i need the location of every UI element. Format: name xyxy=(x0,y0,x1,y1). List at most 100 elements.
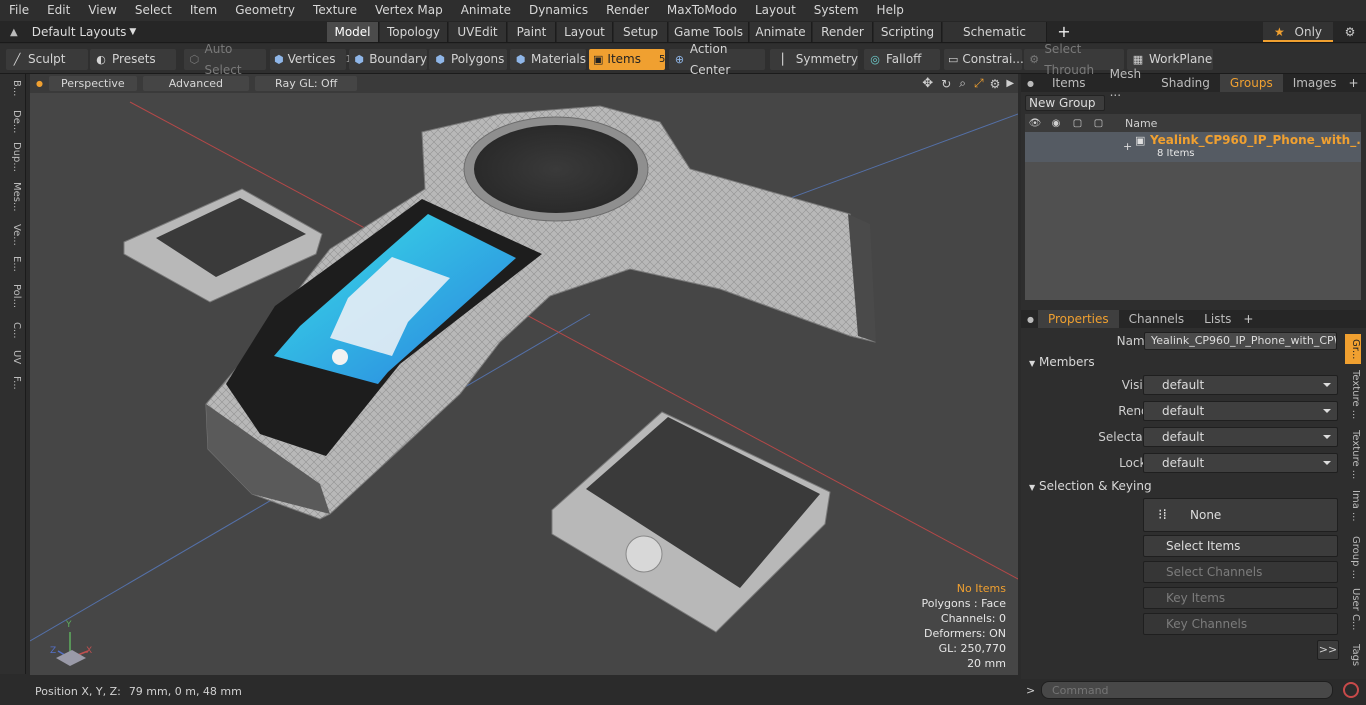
menu-texture[interactable]: Texture xyxy=(304,0,366,21)
raygl-button[interactable]: Ray GL: Off xyxy=(255,76,358,91)
menu-render[interactable]: Render xyxy=(597,0,658,21)
auto-select-button[interactable]: ⬡ Auto Select xyxy=(184,42,266,77)
falloff-button[interactable]: ◎ Falloff xyxy=(864,49,940,70)
menu-item[interactable]: Item xyxy=(181,0,226,21)
locked-dropdown[interactable]: default xyxy=(1143,453,1338,473)
selectable-dropdown[interactable]: default xyxy=(1143,427,1338,447)
none-button[interactable]: ⁝⁞ None xyxy=(1143,498,1338,532)
left-tab-polygon[interactable]: Pol... xyxy=(4,284,22,308)
menu-file[interactable]: File xyxy=(0,0,38,21)
layout-selector[interactable]: ▲ Default Layouts ▼ xyxy=(0,21,330,43)
more-button[interactable]: >> xyxy=(1317,640,1339,660)
action-center-button[interactable]: ⊕ Action Center xyxy=(669,42,765,77)
selection-keying-section[interactable]: ▼ Selection & Keying xyxy=(1029,479,1152,493)
fit-view-icon[interactable]: ⤢ xyxy=(974,76,984,91)
group-row-selected[interactable]: + ▣ Yealink_CP960_IP_Phone_with_... 8 It… xyxy=(1025,132,1361,162)
menu-animate[interactable]: Animate xyxy=(452,0,520,21)
polygons-button[interactable]: ⬢ Polygons xyxy=(429,49,507,70)
tab-schematic-fusion[interactable]: Schematic Fusion xyxy=(943,22,1047,59)
tab-shading[interactable]: Shading xyxy=(1151,74,1220,92)
zoom-view-icon[interactable]: ⌕ xyxy=(959,76,966,91)
tab-groups[interactable]: Groups xyxy=(1219,74,1283,92)
visible-dropdown[interactable]: default xyxy=(1143,375,1338,395)
side-tab-group[interactable]: Gr... xyxy=(1345,334,1361,364)
symmetry-button[interactable]: ▕ Symmetry xyxy=(770,49,858,70)
side-tab-tags[interactable]: Tags xyxy=(1345,644,1361,666)
tab-paint[interactable]: Paint xyxy=(508,22,556,42)
menu-vertex-map[interactable]: Vertex Map xyxy=(366,0,452,21)
group-expand-icon[interactable]: + xyxy=(1123,140,1132,153)
left-tab-uv[interactable]: UV xyxy=(4,350,22,364)
name-field[interactable]: Yealink_CP960_IP_Phone_with_CPW9 xyxy=(1144,332,1337,350)
left-tab-fusion[interactable]: F... xyxy=(4,376,22,390)
menu-edit[interactable]: Edit xyxy=(38,0,79,21)
left-tab-deform[interactable]: De... xyxy=(4,110,22,133)
eye-icon[interactable]: 👁 xyxy=(1025,118,1045,129)
tab-properties[interactable]: Properties xyxy=(1037,310,1119,328)
lock-box-icon[interactable]: ▢ xyxy=(1067,118,1088,129)
only-toggle[interactable]: ★ Only xyxy=(1263,22,1333,42)
prop-menu-dot-icon[interactable]: ● xyxy=(1027,315,1034,324)
left-tab-basic[interactable]: B... xyxy=(4,80,22,96)
viewport-menu-dot-icon[interactable]: ● xyxy=(36,79,43,88)
record-icon[interactable] xyxy=(1343,682,1359,698)
menu-geometry[interactable]: Geometry xyxy=(226,0,304,21)
menu-dynamics[interactable]: Dynamics xyxy=(520,0,597,21)
viewport-expand-icon[interactable]: ▶ xyxy=(1006,78,1014,89)
side-tab-image[interactable]: Ima ... xyxy=(1345,490,1361,522)
viewport-gear-icon[interactable]: ⚙ xyxy=(990,77,1001,91)
menu-layout[interactable]: Layout xyxy=(746,0,805,21)
tab-images[interactable]: Images xyxy=(1283,74,1347,92)
perspective-button[interactable]: Perspective xyxy=(48,76,137,91)
items-button[interactable]: ▣ Items 5 xyxy=(589,49,665,70)
3d-viewport[interactable]: Y X Z No Items Polygons : Face Channels:… xyxy=(30,74,1018,675)
select-channels-button[interactable]: Select Channels xyxy=(1143,561,1338,583)
tab-mesh[interactable]: Mesh ... xyxy=(1100,65,1152,101)
menu-help[interactable]: Help xyxy=(868,0,913,21)
tab-setup[interactable]: Setup xyxy=(614,22,668,42)
left-tab-curve[interactable]: C... xyxy=(4,322,22,339)
rotate-view-icon[interactable]: ↻ xyxy=(941,77,951,91)
tab-layout[interactable]: Layout xyxy=(557,22,613,42)
left-tab-mesh[interactable]: Mes... xyxy=(4,182,22,212)
render-dropdown[interactable]: default xyxy=(1143,401,1338,421)
menu-maxtomodo[interactable]: MaxToModo xyxy=(658,0,746,21)
move-view-icon[interactable]: ✥ xyxy=(922,76,933,91)
tab-model[interactable]: Model xyxy=(327,22,379,42)
render-icon[interactable]: ◉ xyxy=(1045,118,1067,129)
members-section[interactable]: ▼ Members xyxy=(1029,355,1095,369)
constraints-button[interactable]: ▭ Constrai... xyxy=(944,49,1024,70)
left-tab-duplicate[interactable]: Dup... xyxy=(4,142,22,172)
menu-select[interactable]: Select xyxy=(126,0,181,21)
left-tab-vertex[interactable]: Ve... xyxy=(4,224,22,246)
left-tab-edge[interactable]: E... xyxy=(4,256,22,272)
new-group-button[interactable]: New Group xyxy=(1025,95,1105,111)
command-input[interactable] xyxy=(1041,681,1333,699)
vertices-button[interactable]: ⬢Vertices1 xyxy=(270,49,352,70)
side-tab-texture-2[interactable]: Texture ... xyxy=(1345,430,1361,479)
materials-button[interactable]: ⬢ Materials xyxy=(510,49,586,70)
select-items-button[interactable]: Select Items xyxy=(1143,535,1338,557)
add-panel-tab-icon[interactable]: + xyxy=(1349,76,1359,90)
side-tab-group-2[interactable]: Group ... xyxy=(1345,536,1361,579)
key-channels-button[interactable]: Key Channels xyxy=(1143,613,1338,635)
tab-render[interactable]: Render xyxy=(813,22,873,42)
side-tab-user-channels[interactable]: User C... xyxy=(1345,588,1361,631)
presets-button[interactable]: ◐ Presets xyxy=(90,49,176,70)
tab-uvedit[interactable]: UVEdit xyxy=(449,22,507,42)
side-tab-texture-1[interactable]: Texture ... xyxy=(1345,370,1361,419)
tab-scripting[interactable]: Scripting xyxy=(874,22,942,42)
tab-channels[interactable]: Channels xyxy=(1119,310,1195,328)
sculpt-button[interactable]: ╱ Sculpt xyxy=(6,49,88,70)
tab-lists[interactable]: Lists xyxy=(1194,310,1241,328)
add-prop-tab-icon[interactable]: + xyxy=(1243,312,1253,326)
menu-system[interactable]: System xyxy=(805,0,868,21)
boundary-button[interactable]: ⬢ Boundary xyxy=(349,49,427,70)
key-items-button[interactable]: Key Items xyxy=(1143,587,1338,609)
menu-view[interactable]: View xyxy=(79,0,125,21)
tab-topology[interactable]: Topology xyxy=(380,22,448,42)
select-box-icon[interactable]: ▢ xyxy=(1088,118,1109,129)
advanced-button[interactable]: Advanced xyxy=(142,76,250,91)
tab-items[interactable]: Items xyxy=(1038,74,1100,92)
gear-icon[interactable]: ⚙ xyxy=(1340,22,1360,42)
